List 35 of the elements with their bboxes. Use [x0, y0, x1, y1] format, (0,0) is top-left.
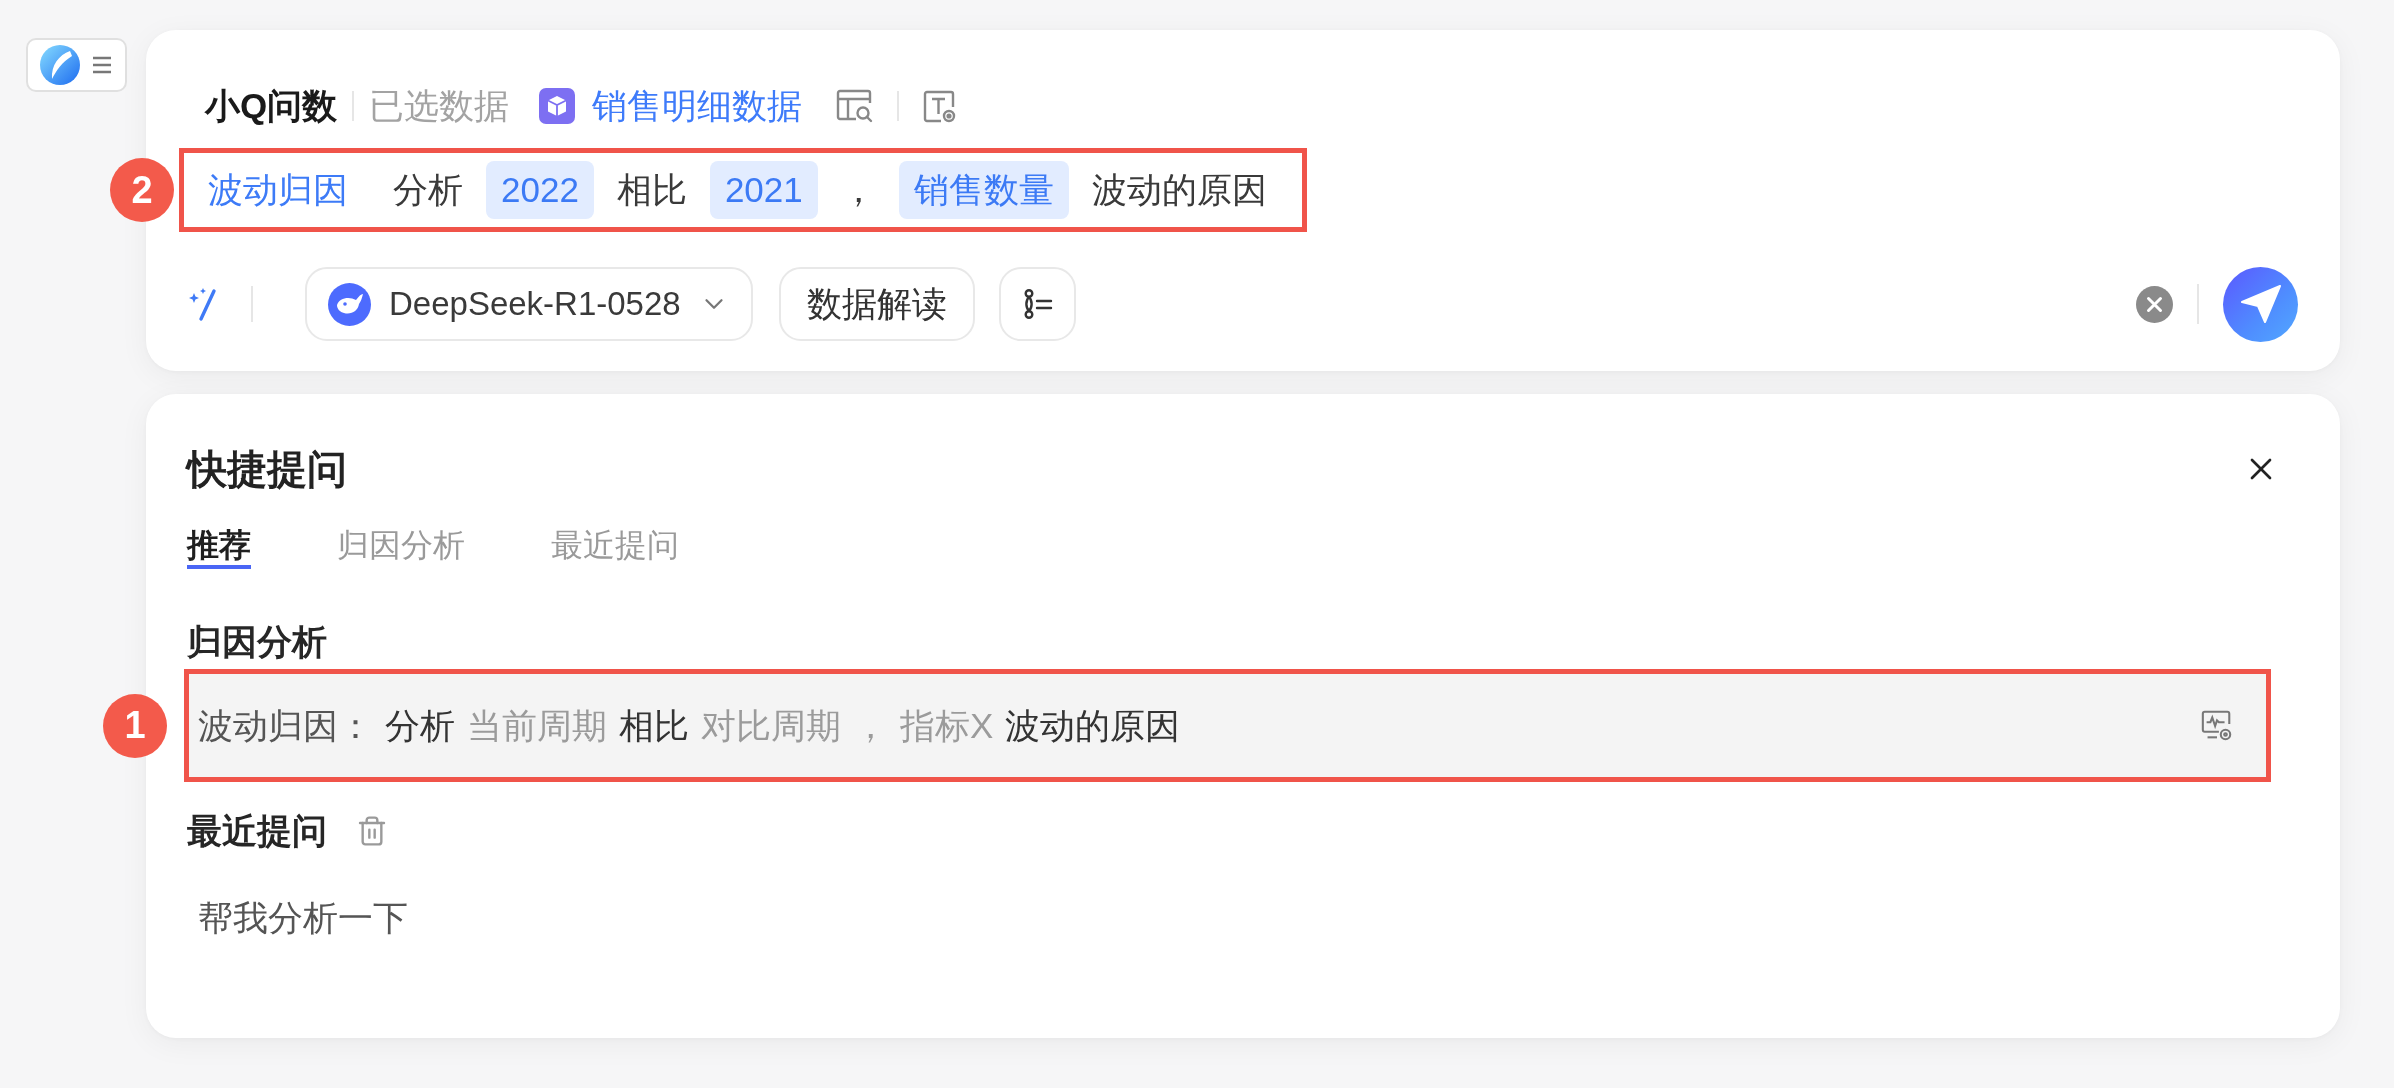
tab[interactable]: 推荐: [187, 525, 251, 569]
query-text: ，: [840, 169, 876, 211]
panel-title: 快捷提问: [187, 447, 347, 491]
menu-icon: [92, 56, 112, 74]
model-select[interactable]: DeepSeek-R1-0528: [305, 267, 753, 341]
recent-question[interactable]: 帮我分析一下: [198, 896, 408, 940]
tab[interactable]: 最近提问: [551, 525, 679, 569]
tab[interactable]: 归因分析: [337, 525, 465, 569]
app-menu-button[interactable]: [26, 38, 127, 92]
annotation-badge: 2: [110, 158, 174, 222]
prompt-template[interactable]: 波动归因： 分析 当前周期 相比 对比周期 ， 指标X 波动的原因: [189, 674, 2266, 777]
query-text: 分析: [393, 169, 463, 211]
trash-icon[interactable]: [356, 815, 388, 847]
query-token[interactable]: 销售数量: [898, 161, 1069, 219]
steps-button[interactable]: [998, 267, 1076, 341]
section-heading: 最近提问: [187, 810, 327, 852]
whale-logo-icon: [328, 282, 371, 326]
query-token[interactable]: 2022: [486, 161, 594, 219]
query-token[interactable]: 2021: [709, 161, 818, 219]
dataset-link[interactable]: 销售明细数据: [592, 84, 803, 128]
selected-data-label: 已选数据: [369, 85, 510, 127]
clear-icon[interactable]: [2136, 285, 2173, 323]
send-icon: [2239, 284, 2282, 324]
app-logo-icon: [40, 45, 80, 85]
steps-list-icon: [1021, 288, 1054, 320]
dataset-cube-icon: [539, 88, 576, 124]
query-keyword: 波动归因: [208, 169, 348, 211]
assistant-title: 小Q问数: [205, 85, 338, 127]
template-text: 波动归因： 分析 当前周期 相比 对比周期 ， 指标X 波动的原因: [198, 704, 1181, 747]
annotation-badge: 1: [103, 693, 167, 758]
section-heading: 归因分析: [187, 621, 327, 663]
query-text: 相比: [616, 169, 687, 211]
monitor-gear-icon[interactable]: [2200, 708, 2234, 743]
data-interpret-button[interactable]: 数据解读: [778, 267, 975, 341]
query-text: 波动的原因: [1091, 169, 1267, 211]
